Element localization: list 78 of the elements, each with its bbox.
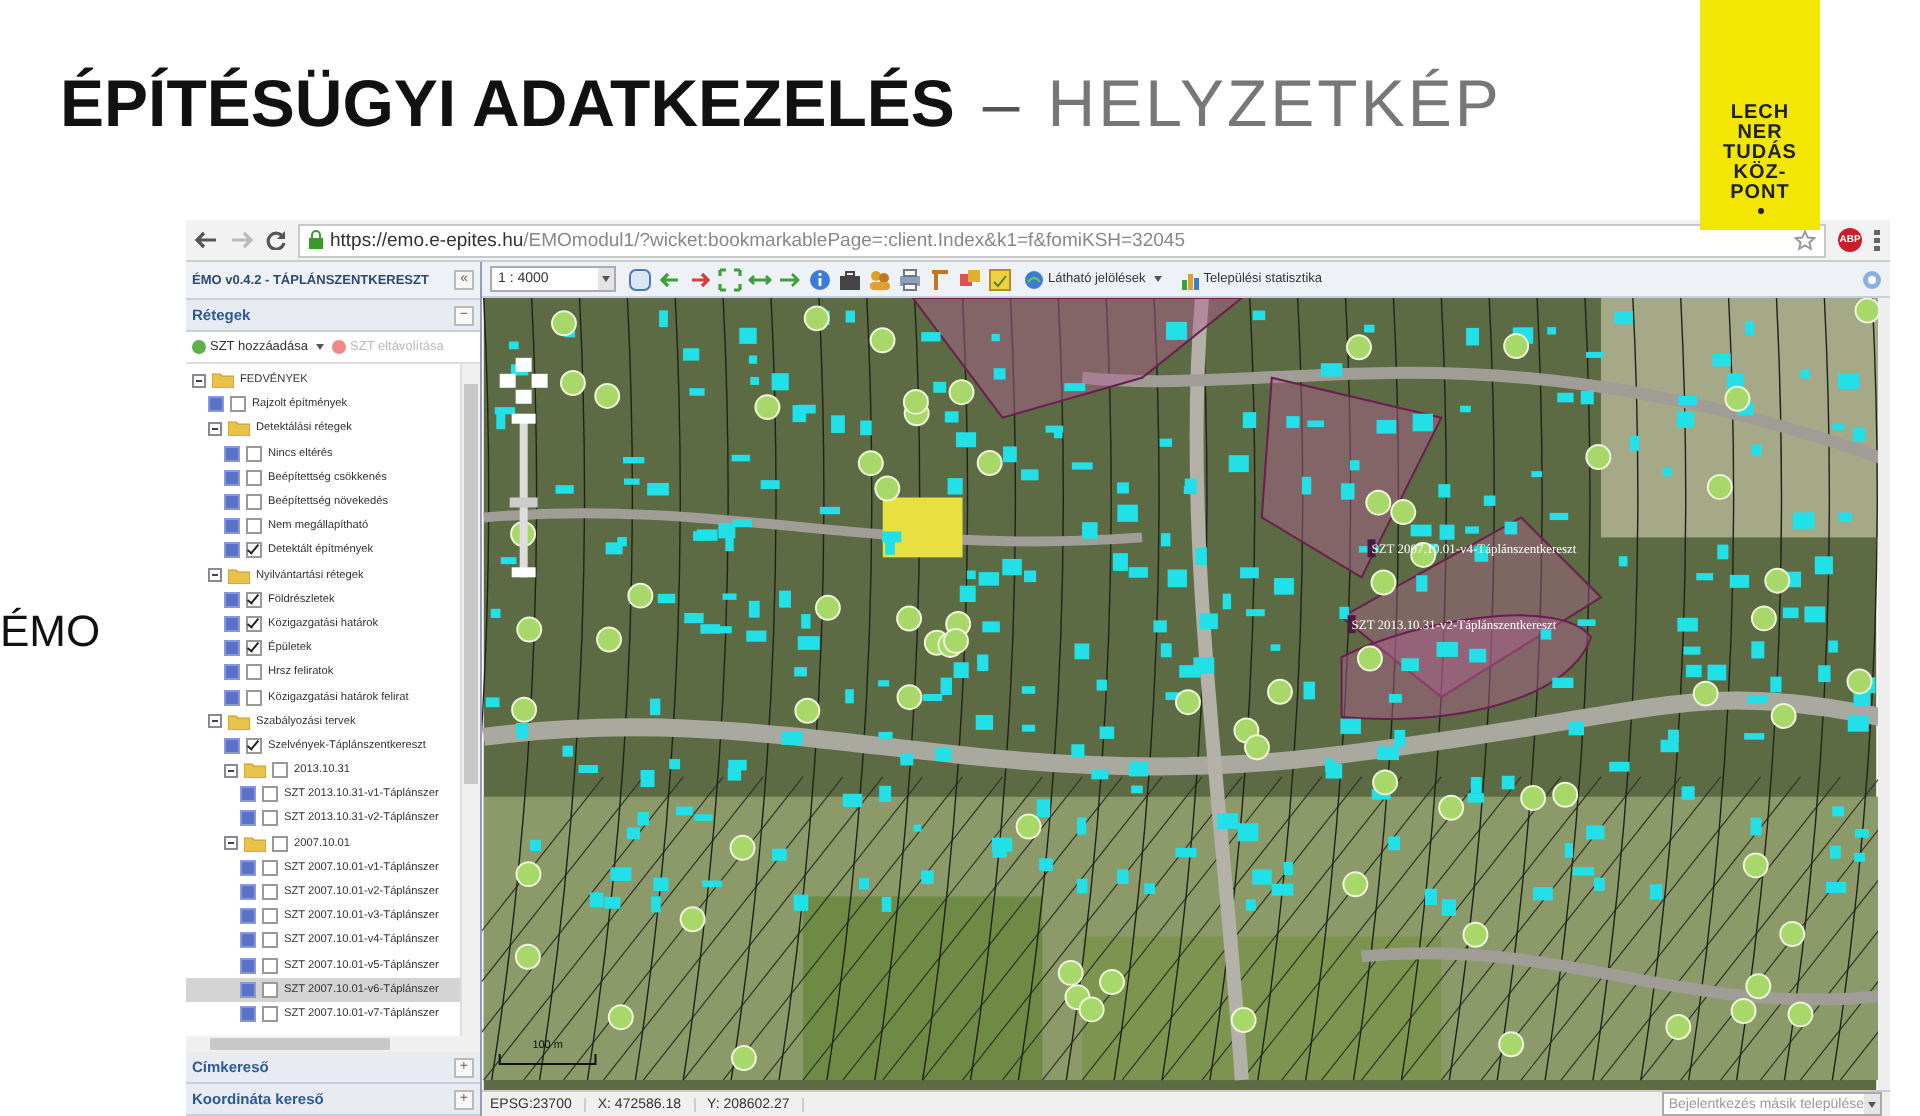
ruler-icon[interactable] [928, 267, 952, 291]
star-icon[interactable] [1794, 229, 1816, 251]
help-icon[interactable] [1862, 269, 1882, 289]
folder-icon [244, 762, 266, 779]
expand-icon[interactable] [718, 267, 742, 291]
checkbox[interactable] [246, 615, 262, 632]
checkbox[interactable] [262, 1005, 278, 1022]
checkbox[interactable] [262, 981, 278, 998]
collapse-toggle-icon[interactable] [208, 568, 222, 583]
horizontal-scrollbar[interactable] [186, 1036, 480, 1052]
checkbox[interactable] [246, 469, 262, 486]
folder-icon [228, 713, 250, 730]
caret-icon[interactable] [1153, 276, 1162, 282]
logo-text: TUDÁS [1723, 144, 1797, 164]
checkbox[interactable] [262, 932, 278, 949]
side-label: ÉMO [0, 606, 101, 658]
folder-icon [244, 835, 266, 852]
checkbox[interactable] [246, 494, 262, 511]
info-icon[interactable] [808, 267, 832, 291]
pan-zoom-control-icon[interactable] [499, 357, 548, 578]
checkbox[interactable] [272, 762, 288, 779]
logo-text: NER [1737, 124, 1783, 144]
slide-subtitle: HELYZETKÉP [1047, 64, 1502, 144]
scale-bar [498, 1053, 597, 1066]
logo-text: PONT [1730, 184, 1790, 204]
caret-icon[interactable] [316, 344, 325, 350]
slide-title: ÉPÍTÉSÜGYI ADATKEZELÉS [60, 64, 955, 144]
briefcase-icon[interactable] [838, 267, 862, 291]
right-arrow-icon[interactable] [688, 267, 712, 291]
logo-text: KÖZ- [1733, 164, 1787, 184]
menu-icon[interactable] [1874, 229, 1882, 251]
collapse-toggle-icon[interactable] [224, 836, 238, 851]
left-arrow-icon[interactable] [658, 267, 682, 291]
note-icon[interactable] [988, 267, 1012, 291]
collapse-toggle-icon[interactable] [192, 373, 206, 388]
address-bar[interactable]: https://emo.e-epites.hu/EMOmodul1/?wicket:bookmarkablePage=:client.Index&k1=f&fomiKSH=32045 [298, 223, 1826, 257]
lock-icon [308, 230, 324, 250]
reload-icon[interactable] [266, 230, 286, 250]
checkbox[interactable] [246, 689, 262, 706]
printer-icon[interactable] [898, 267, 922, 291]
collapse-toggle-icon[interactable] [208, 421, 222, 436]
checkbox[interactable] [246, 737, 262, 754]
checkbox[interactable] [246, 518, 262, 535]
bar-chart-icon [1179, 269, 1200, 289]
right-arrow-icon[interactable] [778, 267, 802, 291]
folder-icon [228, 567, 250, 584]
vertical-scrollbar[interactable] [460, 364, 480, 1036]
collapse-toggle-icon[interactable] [208, 714, 222, 729]
selection-icon[interactable] [628, 267, 652, 291]
checkbox[interactable] [262, 908, 278, 925]
aerial-map-drawing[interactable] [482, 298, 1878, 1090]
checkbox[interactable] [262, 884, 278, 901]
title-dash: – [982, 64, 1020, 144]
folder-icon [212, 372, 234, 389]
url-path: /EMOmodul1/?wicket:bookmarkablePage=:client.Index&k1=f&fomiKSH=32045 [523, 229, 1185, 251]
checkbox[interactable] [246, 445, 262, 462]
back-arrow-icon[interactable] [194, 230, 218, 250]
checkbox[interactable] [272, 835, 288, 852]
forward-arrow-icon[interactable] [230, 230, 254, 250]
logo-text: LECH [1730, 104, 1790, 124]
checkbox[interactable] [246, 542, 262, 559]
globe-icon [1024, 269, 1044, 289]
checkbox[interactable] [246, 591, 262, 608]
checkbox[interactable] [246, 640, 262, 657]
logo-dot-icon [1757, 208, 1763, 214]
layer-symbol-icon [224, 737, 240, 754]
checkbox[interactable] [262, 957, 278, 974]
checkbox[interactable] [262, 859, 278, 876]
layer-symbol-icon [208, 396, 224, 413]
checkbox[interactable] [230, 396, 246, 413]
color-layers-icon[interactable] [958, 267, 982, 291]
collapse-toggle-icon[interactable] [224, 763, 238, 778]
url-host: https://emo.e-epites.hu [330, 229, 524, 251]
checkbox[interactable] [246, 664, 262, 681]
checkbox[interactable] [262, 810, 278, 827]
folder-icon [228, 420, 250, 437]
checkbox[interactable] [262, 786, 278, 803]
vertical-scrollbar[interactable] [1878, 298, 1890, 1090]
